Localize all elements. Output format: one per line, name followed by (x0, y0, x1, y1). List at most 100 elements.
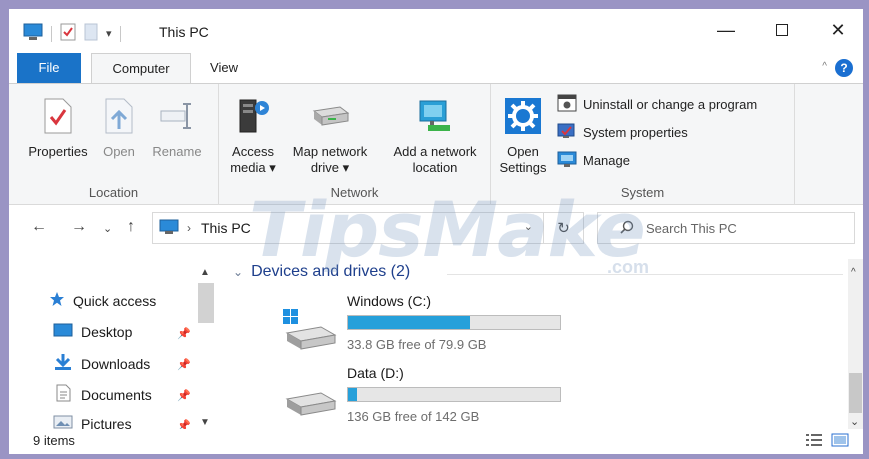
customize-toolbar-icon[interactable]: ▾ (106, 27, 112, 40)
media-server-icon (236, 96, 270, 140)
map-network-drive-button[interactable]: Map network drive ▾ (285, 94, 375, 176)
up-button[interactable]: ↑ (127, 218, 135, 236)
properties-label: Properties (28, 144, 88, 159)
nav-item-documents[interactable]: Documents (53, 384, 152, 405)
rename-button[interactable]: Rename (147, 94, 207, 160)
content-scrollbar[interactable]: ^ ⌄ (848, 259, 863, 431)
large-icons-view-icon[interactable] (831, 433, 849, 450)
maximize-button[interactable] (759, 15, 805, 45)
open-button[interactable]: Open (97, 94, 141, 160)
pin-icon[interactable]: 📌 (177, 358, 191, 371)
drive-usage-fill (348, 388, 357, 401)
add-network-location-line1: Add a network (393, 144, 477, 159)
drive-free-space: 33.8 GB free of 79.9 GB (347, 337, 487, 352)
add-network-location-line2: location (412, 160, 458, 175)
refresh-button[interactable]: ↻ (544, 212, 584, 244)
nav-item-downloads[interactable]: Downloads (53, 353, 150, 374)
group-location: Properties Open Rename Location (9, 84, 219, 205)
forward-button[interactable]: → (71, 218, 87, 236)
access-media-button[interactable]: Access media ▾ (225, 94, 281, 176)
ribbon: Properties Open Rename Location Access m… (9, 83, 863, 205)
nav-scrollbar-thumb[interactable] (198, 283, 214, 323)
tab-view[interactable]: View (199, 53, 249, 83)
section-devices-and-drives[interactable]: ⌄ Devices and drives (2) (233, 263, 410, 281)
nav-item-desktop[interactable]: Desktop (53, 322, 132, 341)
uninstall-program-label: Uninstall or change a program (583, 97, 758, 112)
open-settings-button[interactable]: Open Settings (493, 94, 553, 176)
drive-usage-bar (347, 387, 561, 402)
close-button[interactable]: ✕ (815, 15, 861, 45)
properties-icon[interactable] (60, 23, 76, 44)
search-placeholder: Search This PC (646, 220, 737, 236)
system-properties-button[interactable]: System properties (557, 122, 688, 143)
breadcrumb-chevron-icon[interactable]: › (187, 221, 191, 235)
address-dropdown-icon[interactable]: ⌄ (524, 220, 533, 233)
rename-icon (159, 101, 195, 135)
nav-label-quick-access: Quick access (73, 292, 157, 309)
system-properties-icon (557, 122, 577, 143)
pin-icon[interactable]: 📌 (177, 327, 191, 340)
hard-drive-icon (281, 379, 339, 422)
gear-icon (504, 97, 542, 139)
scroll-down-icon[interactable]: ⌄ (850, 415, 859, 428)
details-view-icon[interactable] (805, 433, 823, 450)
group-network: Access media ▾ Map network drive ▾ Add a… (219, 84, 491, 205)
navigation-bar: ← → ⌄ ↑ › This PC ⌄ ↻ Search This PC (9, 206, 863, 250)
windows-drive-icon (281, 305, 339, 354)
computer-icon (159, 219, 179, 238)
map-network-drive-line1: Map network (292, 144, 368, 159)
ribbon-tabs: File Computer View ^ ? (9, 53, 863, 83)
uninstall-icon (557, 94, 577, 115)
view-switcher (805, 433, 849, 450)
add-network-location-button[interactable]: Add a network location (383, 94, 487, 176)
properties-button[interactable]: Properties (23, 94, 93, 160)
navigation-pane: Quick access Desktop 📌 Downloads 📌 Docum… (9, 257, 219, 432)
open-label: Open (103, 144, 135, 159)
back-button[interactable]: ← (31, 218, 47, 236)
tab-file[interactable]: File (17, 53, 81, 83)
scroll-up-icon[interactable]: ^ (851, 267, 856, 278)
pin-icon[interactable]: 📌 (177, 389, 191, 402)
drive-name: Windows (C:) (347, 293, 432, 309)
content-pane: ⌄ Devices and drives (2) Windows (C:) 33… (227, 257, 847, 429)
drive-item-d[interactable]: Data (D:) 136 GB free of 142 GB (275, 365, 575, 425)
new-folder-icon[interactable] (84, 23, 98, 44)
access-media-line1: Access (232, 144, 274, 159)
section-divider (447, 274, 843, 275)
nav-scrollbar[interactable]: ▲ ▼ (198, 263, 214, 431)
help-icon[interactable]: ? (835, 59, 853, 77)
computer-icon[interactable] (23, 23, 43, 44)
minimize-button[interactable]: — (703, 15, 749, 45)
uninstall-program-button[interactable]: Uninstall or change a program (557, 94, 757, 115)
toolbar-separator (51, 25, 52, 42)
open-settings-line1: Open (507, 144, 539, 159)
drive-item-c[interactable]: Windows (C:) 33.8 GB free of 79.9 GB (275, 293, 575, 353)
group-label-system: System (620, 185, 665, 200)
group-label-network: Network (330, 185, 379, 200)
map-network-drive-line2: drive ▾ (310, 160, 350, 175)
drive-usage-fill (348, 316, 471, 329)
access-media-line2: media ▾ (230, 160, 276, 175)
properties-icon (43, 97, 73, 139)
collapse-ribbon-icon[interactable]: ^ (822, 61, 827, 72)
drive-usage-bar (347, 315, 561, 330)
manage-button[interactable]: Manage (557, 150, 630, 171)
recent-locations-button[interactable]: ⌄ (103, 222, 112, 235)
network-drive-icon (310, 101, 350, 135)
search-icon (620, 220, 634, 237)
nav-item-quick-access[interactable]: Quick access (49, 291, 156, 310)
scroll-down-icon[interactable]: ▼ (200, 417, 210, 428)
quick-access-toolbar: ▾ (23, 23, 121, 44)
content-scrollbar-thumb[interactable] (849, 373, 862, 413)
rename-label: Rename (152, 144, 202, 159)
nav-label-desktop: Desktop (81, 323, 133, 340)
title-bar: ▾ This PC — ✕ (9, 9, 863, 51)
manage-icon (557, 150, 577, 171)
address-bar[interactable]: › This PC ⌄ (152, 212, 544, 244)
tab-computer[interactable]: Computer (91, 53, 191, 83)
scroll-up-icon[interactable]: ▲ (200, 267, 210, 278)
address-path[interactable]: This PC (201, 220, 251, 236)
search-input[interactable]: Search This PC (597, 212, 855, 244)
open-icon (104, 97, 134, 139)
chevron-down-icon: ⌄ (233, 265, 244, 279)
